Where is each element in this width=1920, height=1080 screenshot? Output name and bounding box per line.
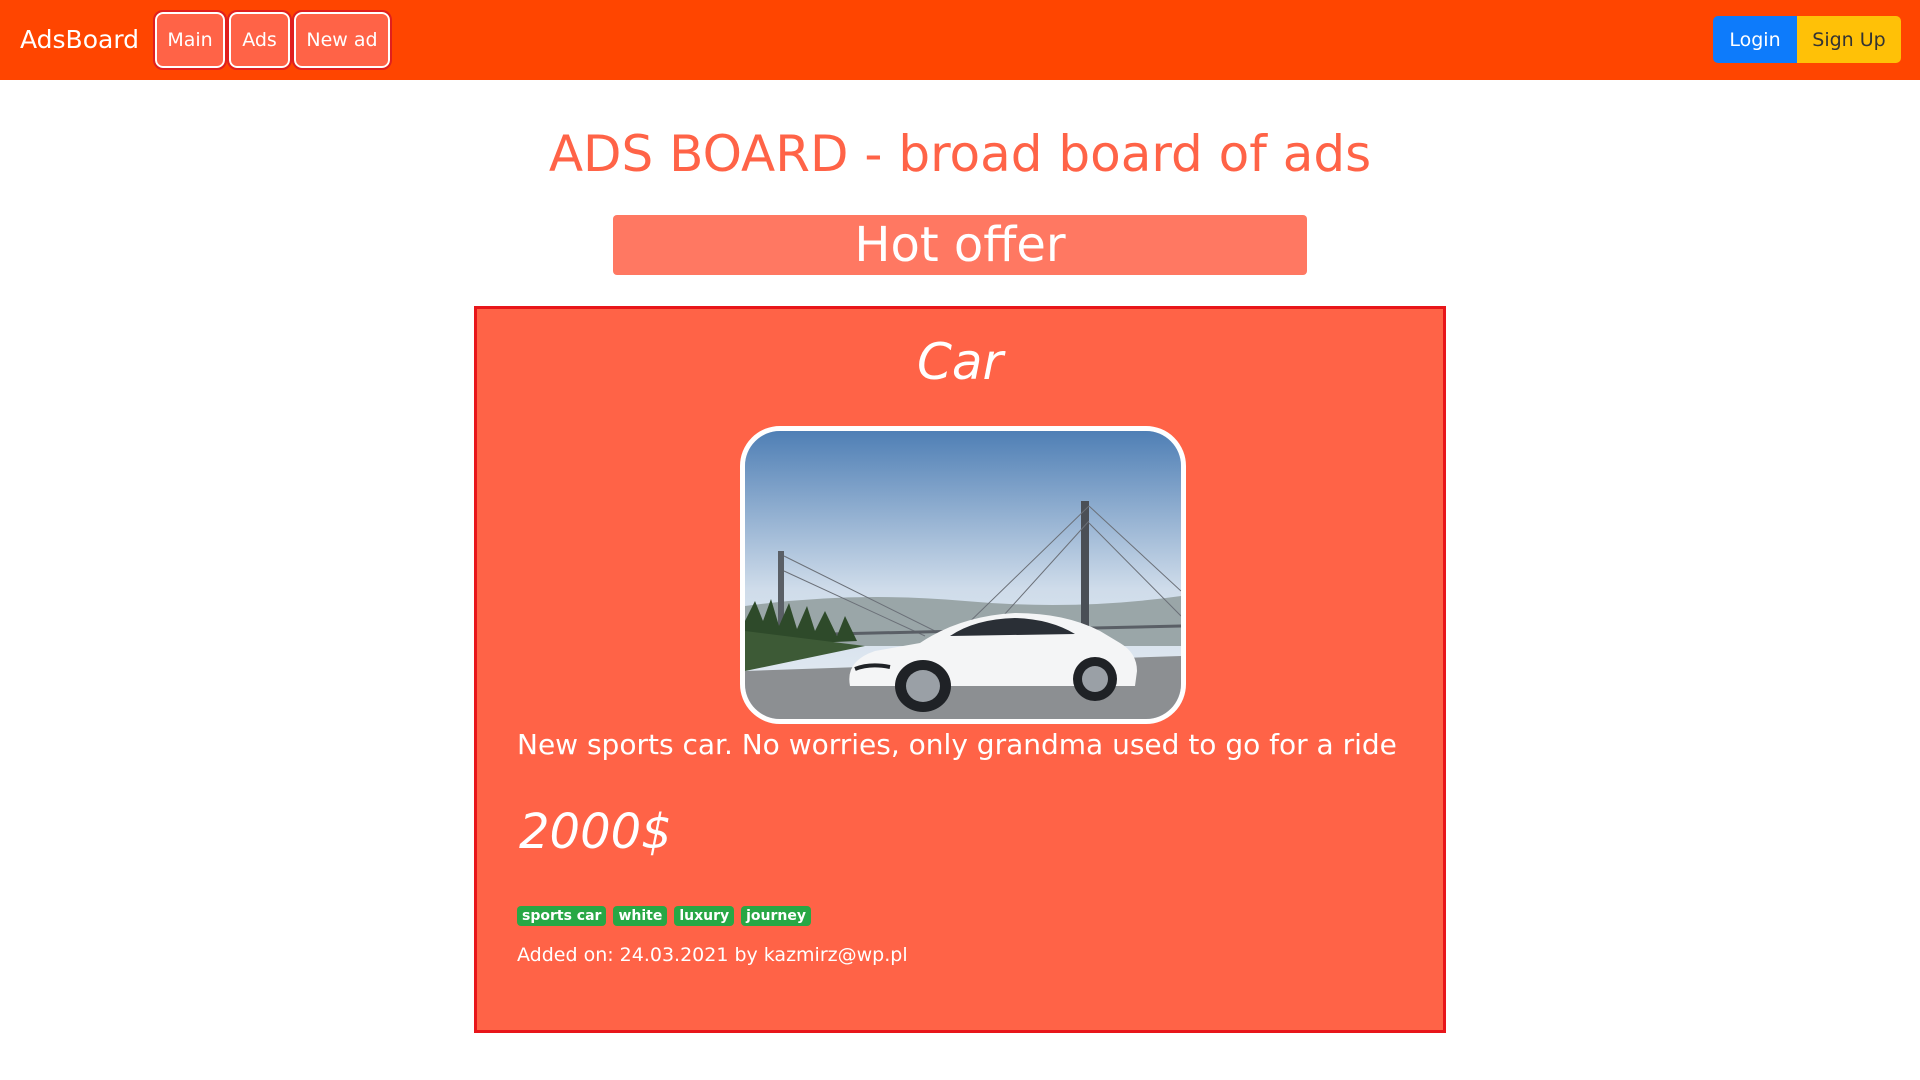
nav-main-button[interactable]: Main bbox=[153, 10, 227, 70]
login-button[interactable]: Login bbox=[1713, 16, 1797, 63]
ad-title: Car bbox=[916, 333, 1004, 391]
added-on-label: Added on: bbox=[517, 944, 614, 966]
tag-badge[interactable]: sports car bbox=[517, 906, 607, 926]
ad-card: Car New sports car. No worries, only gra… bbox=[474, 306, 1446, 1033]
ad-description: New sports car. No worries, only grandma… bbox=[517, 728, 1397, 761]
nav-new-ad-button[interactable]: New ad bbox=[292, 10, 392, 70]
ad-date: 24.03.2021 bbox=[619, 944, 729, 966]
page-title: ADS BOARD - broad board of ads bbox=[548, 125, 1372, 183]
hot-offer-banner: Hot offer bbox=[613, 215, 1307, 275]
nav-links: Main Ads New ad bbox=[153, 10, 392, 70]
ad-price: 2000$ bbox=[519, 804, 672, 860]
ad-image[interactable] bbox=[740, 426, 1186, 724]
ad-meta: Added on: 24.03.2021 by kazmirz@wp.pl bbox=[517, 943, 914, 967]
navbar: AdsBoard Main Ads New ad Login Sign Up bbox=[0, 0, 1920, 80]
car-photo bbox=[745, 431, 1181, 719]
tag-badge[interactable]: journey bbox=[741, 906, 812, 926]
auth-buttons: Login Sign Up bbox=[1713, 16, 1901, 63]
ad-tags: sports car white luxury journey bbox=[517, 906, 812, 926]
signup-button[interactable]: Sign Up bbox=[1797, 16, 1901, 63]
by-label: by bbox=[734, 944, 758, 966]
ad-author: kazmirz@wp.pl bbox=[763, 944, 908, 966]
tag-badge[interactable]: white bbox=[613, 906, 668, 926]
brand-logo[interactable]: AdsBoard bbox=[20, 22, 139, 58]
nav-ads-button[interactable]: Ads bbox=[227, 10, 292, 70]
tag-badge[interactable]: luxury bbox=[674, 906, 735, 926]
